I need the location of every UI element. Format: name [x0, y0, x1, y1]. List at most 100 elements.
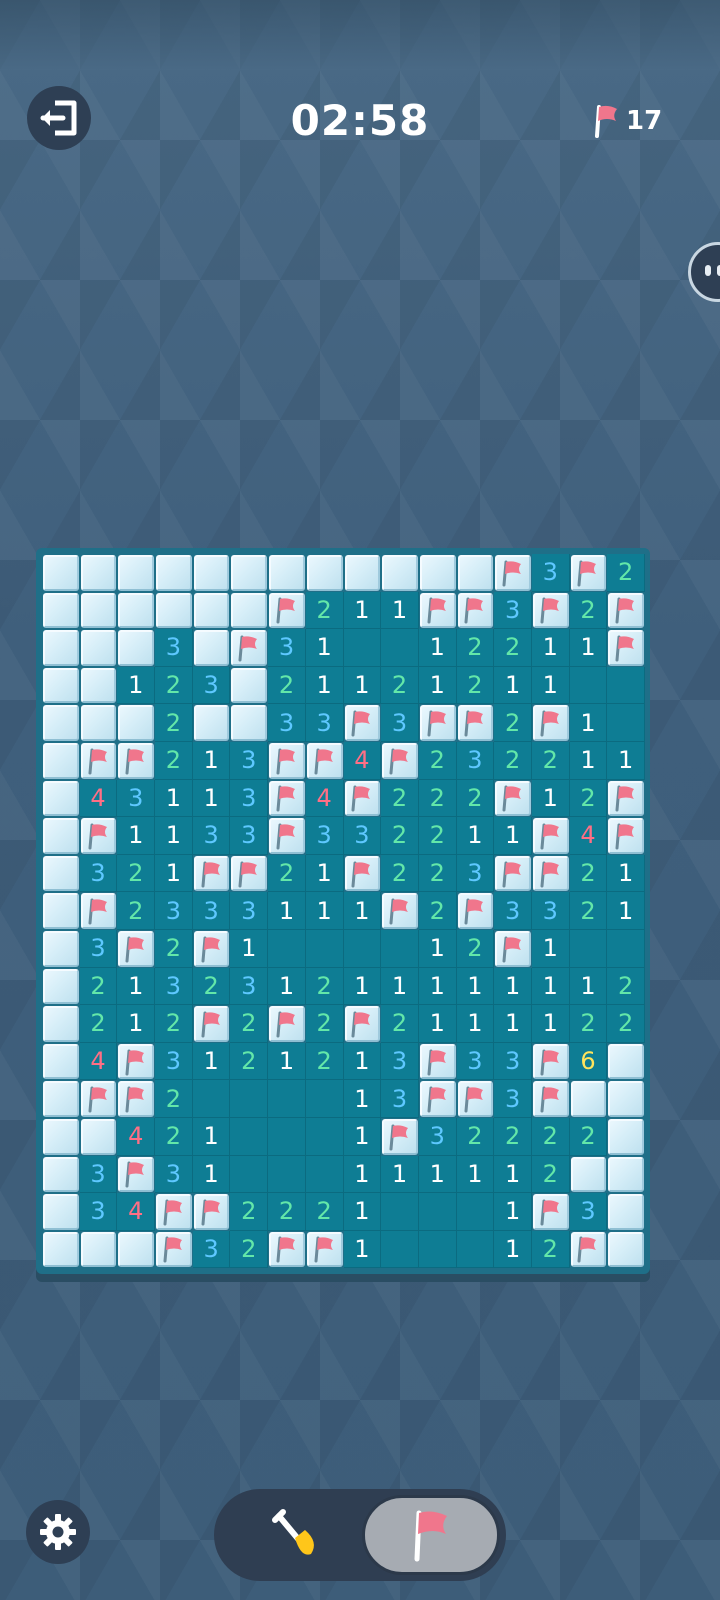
- flagged-cell[interactable]: [382, 893, 418, 929]
- flagged-cell[interactable]: [193, 855, 230, 892]
- flagged-cell[interactable]: [193, 1006, 230, 1042]
- number-cell[interactable]: 3: [305, 704, 344, 742]
- number-cell[interactable]: 2: [155, 1080, 193, 1118]
- number-cell[interactable]: 3: [155, 629, 193, 667]
- number-cell[interactable]: 1: [494, 817, 532, 855]
- number-cell[interactable]: 1: [117, 1005, 156, 1043]
- covered-cell[interactable]: [193, 630, 230, 666]
- number-cell[interactable]: 1: [494, 666, 532, 705]
- number-cell[interactable]: 2: [155, 704, 193, 742]
- flagged-cell[interactable]: [344, 855, 381, 892]
- number-cell[interactable]: 3: [230, 892, 269, 930]
- number-cell[interactable]: 2: [381, 779, 419, 818]
- empty-cell[interactable]: [607, 666, 645, 705]
- flagged-cell[interactable]: [231, 855, 268, 892]
- number-cell[interactable]: 2: [494, 629, 532, 667]
- number-cell[interactable]: 1: [343, 591, 382, 630]
- covered-cell[interactable]: [43, 930, 79, 967]
- number-cell[interactable]: 3: [381, 1042, 419, 1081]
- covered-cell[interactable]: [118, 705, 155, 741]
- number-cell[interactable]: 2: [607, 1005, 645, 1043]
- number-cell[interactable]: 1: [381, 967, 419, 1006]
- number-cell[interactable]: 6: [569, 1042, 608, 1081]
- number-cell[interactable]: 1: [343, 1117, 382, 1156]
- flagged-cell[interactable]: [306, 742, 343, 779]
- number-cell[interactable]: 1: [155, 779, 193, 818]
- number-cell[interactable]: 1: [456, 817, 495, 855]
- number-cell[interactable]: 2: [155, 1005, 193, 1043]
- empty-cell[interactable]: [343, 629, 382, 667]
- number-cell[interactable]: 2: [381, 1005, 419, 1043]
- covered-cell[interactable]: [344, 555, 381, 591]
- empty-cell[interactable]: [456, 1193, 495, 1231]
- number-cell[interactable]: 2: [569, 1117, 608, 1156]
- covered-cell[interactable]: [269, 555, 305, 591]
- number-cell[interactable]: 2: [155, 666, 193, 705]
- covered-cell[interactable]: [231, 592, 268, 629]
- covered-cell[interactable]: [193, 705, 230, 741]
- number-cell[interactable]: 3: [192, 1230, 231, 1269]
- flagged-cell[interactable]: [118, 930, 155, 967]
- number-cell[interactable]: 1: [343, 666, 382, 705]
- covered-cell[interactable]: [570, 1156, 607, 1193]
- flagged-cell[interactable]: [457, 1081, 494, 1117]
- flagged-cell[interactable]: [608, 592, 644, 629]
- number-cell[interactable]: 3: [381, 1080, 419, 1118]
- number-cell[interactable]: 2: [230, 1005, 269, 1043]
- number-cell[interactable]: 2: [456, 929, 495, 968]
- flagged-cell[interactable]: [269, 1006, 305, 1042]
- flagged-cell[interactable]: [269, 818, 305, 854]
- covered-cell[interactable]: [43, 555, 79, 591]
- flagged-cell[interactable]: [344, 1006, 381, 1042]
- number-cell[interactable]: 1: [607, 741, 645, 780]
- number-cell[interactable]: 2: [155, 741, 193, 780]
- number-cell[interactable]: 3: [155, 892, 193, 930]
- number-cell[interactable]: 1: [456, 1005, 495, 1043]
- number-cell[interactable]: 3: [456, 1042, 495, 1081]
- number-cell[interactable]: 2: [569, 854, 608, 893]
- flagged-cell[interactable]: [382, 742, 418, 779]
- number-cell[interactable]: 3: [230, 779, 269, 818]
- flagged-cell[interactable]: [495, 855, 531, 892]
- number-cell[interactable]: 2: [155, 929, 193, 968]
- empty-cell[interactable]: [268, 1080, 306, 1118]
- covered-cell[interactable]: [43, 742, 79, 779]
- number-cell[interactable]: 3: [418, 1117, 457, 1156]
- number-cell[interactable]: 1: [117, 666, 156, 705]
- number-cell[interactable]: 1: [268, 967, 306, 1006]
- number-cell[interactable]: 4: [117, 1117, 156, 1156]
- covered-cell[interactable]: [457, 555, 494, 591]
- flagged-cell[interactable]: [269, 742, 305, 779]
- flagged-cell[interactable]: [306, 1231, 343, 1268]
- number-cell[interactable]: 3: [79, 929, 118, 968]
- flagged-cell[interactable]: [156, 1231, 192, 1268]
- covered-cell[interactable]: [43, 1081, 79, 1117]
- covered-cell[interactable]: [608, 1231, 644, 1268]
- number-cell[interactable]: 3: [192, 892, 231, 930]
- flagged-cell[interactable]: [231, 630, 268, 666]
- number-cell[interactable]: 2: [418, 892, 457, 930]
- covered-cell[interactable]: [43, 968, 79, 1005]
- number-cell[interactable]: 1: [268, 1042, 306, 1081]
- number-cell[interactable]: 1: [456, 1155, 495, 1194]
- empty-cell[interactable]: [192, 1080, 231, 1118]
- number-cell[interactable]: 1: [418, 666, 457, 705]
- empty-cell[interactable]: [268, 1155, 306, 1194]
- number-cell[interactable]: 1: [117, 817, 156, 855]
- flagged-cell[interactable]: [344, 780, 381, 817]
- empty-cell[interactable]: [268, 929, 306, 968]
- empty-cell[interactable]: [230, 1117, 269, 1156]
- number-cell[interactable]: 1: [456, 967, 495, 1006]
- number-cell[interactable]: 1: [343, 892, 382, 930]
- number-cell[interactable]: 1: [569, 741, 608, 780]
- covered-cell[interactable]: [43, 1118, 79, 1155]
- number-cell[interactable]: 1: [343, 967, 382, 1006]
- number-cell[interactable]: 3: [79, 854, 118, 893]
- number-cell[interactable]: 2: [569, 1005, 608, 1043]
- covered-cell[interactable]: [80, 630, 117, 666]
- empty-cell[interactable]: [418, 1230, 457, 1269]
- number-cell[interactable]: 1: [494, 1230, 532, 1269]
- flagged-cell[interactable]: [80, 893, 117, 929]
- number-cell[interactable]: 3: [268, 704, 306, 742]
- number-cell[interactable]: 1: [418, 1155, 457, 1194]
